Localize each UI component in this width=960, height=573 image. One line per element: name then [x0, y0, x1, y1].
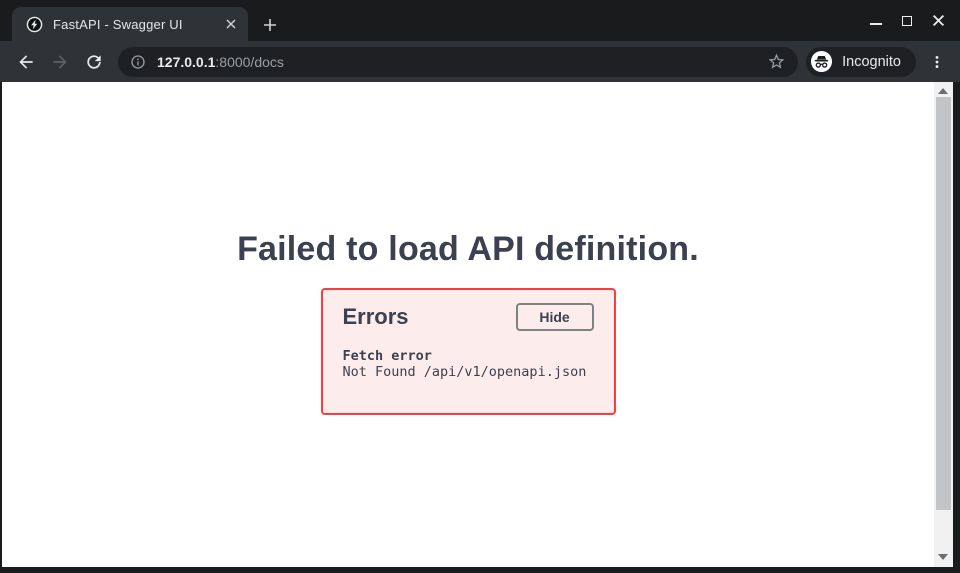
new-tab-button[interactable]	[256, 13, 284, 41]
window-maximize-button[interactable]	[898, 12, 916, 30]
page-scrollbar[interactable]	[934, 82, 953, 567]
incognito-icon	[810, 50, 833, 73]
back-button[interactable]	[10, 46, 42, 78]
plus-icon	[263, 18, 277, 37]
page-title: Failed to load API definition.	[2, 230, 934, 269]
minimize-icon	[870, 23, 882, 25]
fastapi-favicon-icon	[26, 16, 43, 33]
swagger-ui-content: Failed to load API definition. Errors Hi…	[2, 82, 934, 567]
error-title: Fetch error	[343, 348, 594, 364]
url-text: 127.0.0.1:8000/docs	[157, 54, 284, 70]
reload-button[interactable]	[78, 46, 110, 78]
bookmark-star-icon[interactable]	[767, 52, 786, 71]
back-arrow-icon	[16, 52, 36, 72]
close-icon	[932, 14, 945, 27]
scroll-up-arrow-icon[interactable]	[938, 88, 948, 94]
three-dots-icon	[928, 53, 946, 71]
window-close-button[interactable]	[929, 12, 947, 30]
errors-panel: Errors Hide Fetch error Not Found /api/v…	[321, 288, 616, 415]
window-controls	[867, 0, 947, 41]
scrollbar-thumb[interactable]	[936, 97, 951, 510]
window-minimize-button[interactable]	[867, 12, 885, 30]
tab-close-icon[interactable]	[222, 15, 240, 33]
error-message: Not Found /api/v1/openapi.json	[343, 364, 594, 380]
browser-tab[interactable]: FastAPI - Swagger UI	[12, 7, 248, 41]
site-info-icon[interactable]	[130, 54, 146, 70]
hide-errors-button[interactable]: Hide	[516, 303, 594, 331]
reload-icon	[84, 52, 104, 72]
scroll-down-arrow-icon[interactable]	[938, 554, 948, 560]
forward-arrow-icon	[50, 52, 70, 72]
url-path: :8000/docs	[215, 54, 284, 70]
address-bar[interactable]: 127.0.0.1:8000/docs	[118, 47, 798, 77]
error-item: Fetch error Not Found /api/v1/openapi.js…	[343, 348, 594, 380]
maximize-icon	[902, 16, 912, 26]
tab-title: FastAPI - Swagger UI	[53, 17, 222, 32]
browser-menu-button[interactable]	[922, 47, 952, 77]
tab-strip: FastAPI - Swagger UI	[0, 0, 960, 41]
url-host: 127.0.0.1	[157, 54, 215, 70]
page-viewport: Failed to load API definition. Errors Hi…	[2, 82, 953, 567]
incognito-label: Incognito	[842, 54, 901, 70]
forward-button[interactable]	[44, 46, 76, 78]
errors-panel-title: Errors	[343, 303, 409, 331]
browser-toolbar: 127.0.0.1:8000/docs Incognito	[0, 41, 960, 82]
incognito-badge: Incognito	[806, 47, 916, 77]
